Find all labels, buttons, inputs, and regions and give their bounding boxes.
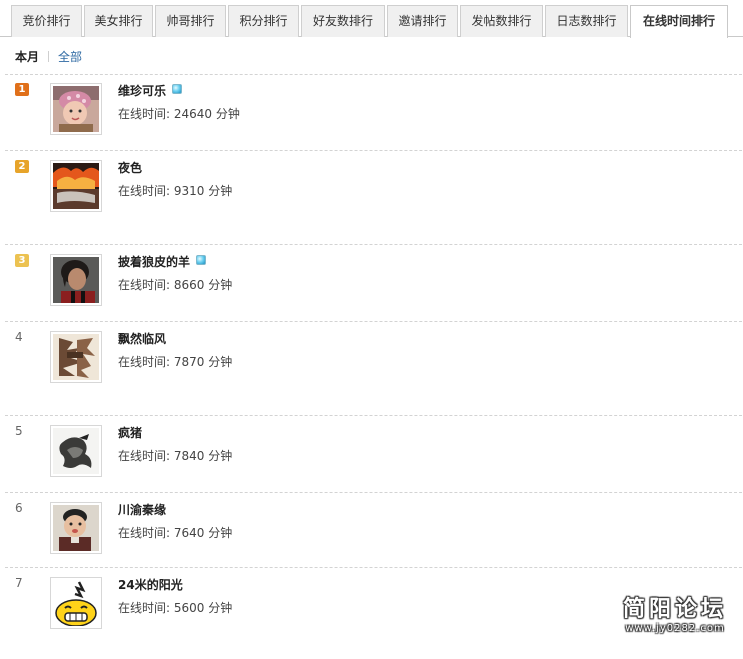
watermark-url: www.jy0282.com <box>625 623 725 634</box>
online-time: 在线时间: 8660 分钟 <box>118 278 233 292</box>
avatar[interactable] <box>50 577 102 629</box>
avatar[interactable] <box>50 83 102 135</box>
online-time-value: 5600 <box>173 601 205 615</box>
watermark-title: 简阳论坛 <box>622 597 727 622</box>
smiley-cartoon-icon <box>53 580 99 626</box>
forum-watermark: 简阳论坛 www.jy0282.com <box>623 597 727 635</box>
tab-online-time-ranking[interactable]: 在线时间排行 <box>630 5 728 38</box>
online-time-value: 24640 <box>173 107 213 121</box>
tab-bid-ranking[interactable]: 竞价排行 <box>11 5 82 37</box>
ranking-row: 1 维珍可乐 在线时间: 24640 分钟 <box>5 75 742 151</box>
online-time: 在线时间: 7640 分钟 <box>118 526 233 540</box>
rank-badge: 2 <box>15 160 29 173</box>
rank-badge: 1 <box>15 83 29 96</box>
ranking-row: 2 夜色 在线时间: 9310 分钟 <box>5 152 742 245</box>
filter-all[interactable]: 全部 <box>58 50 82 64</box>
online-time-value: 9310 <box>173 184 205 198</box>
filter-divider <box>48 51 50 62</box>
rank-number: 6 <box>15 501 23 515</box>
child-photo-icon <box>53 505 99 551</box>
online-status-icon <box>172 84 183 94</box>
calligraphy-photo-icon <box>53 334 99 380</box>
online-time-value: 7640 <box>173 526 205 540</box>
fire-photo-icon <box>53 163 99 209</box>
online-time: 在线时间: 9310 分钟 <box>118 184 233 198</box>
online-time-value: 8660 <box>173 278 205 292</box>
tab-friends-ranking[interactable]: 好友数排行 <box>301 5 385 37</box>
avatar[interactable] <box>50 425 102 477</box>
username[interactable]: 维珍可乐 <box>118 83 183 99</box>
online-time: 在线时间: 7840 分钟 <box>118 449 233 463</box>
rank-badge: 3 <box>15 254 29 267</box>
tab-invite-ranking[interactable]: 邀请排行 <box>387 5 458 37</box>
avatar[interactable] <box>50 160 102 212</box>
ranking-row: 5 疯猪 在线时间: 7840 分钟 <box>5 417 742 493</box>
period-filter: 本月 全部 <box>15 49 82 65</box>
avatar[interactable] <box>50 331 102 383</box>
filter-this-month[interactable]: 本月 <box>15 50 39 64</box>
ranking-tabs: 竞价排行 美女排行 帅哥排行 积分排行 好友数排行 邀请排行 发帖数排行 日志数… <box>0 0 743 38</box>
ranking-row: 4 飘然临风 在线时间: 7870 分钟 <box>5 323 742 416</box>
online-time: 在线时间: 7870 分钟 <box>118 355 233 369</box>
online-time: 在线时间: 5600 分钟 <box>118 601 233 615</box>
avatar[interactable] <box>50 254 102 306</box>
username[interactable]: 飘然临风 <box>118 331 166 347</box>
man-photo-icon <box>53 257 99 303</box>
rank-number: 7 <box>15 576 23 590</box>
ranking-row: 6 川渝秦缘 在线时间: 7640 分钟 <box>5 494 742 568</box>
tab-posts-ranking[interactable]: 发帖数排行 <box>460 5 543 37</box>
tab-handsome-ranking[interactable]: 帅哥排行 <box>155 5 226 37</box>
ink-figure-photo-icon <box>53 428 99 474</box>
username[interactable]: 24米的阳光 <box>118 577 183 593</box>
tab-blog-ranking[interactable]: 日志数排行 <box>545 5 628 37</box>
online-time: 在线时间: 24640 分钟 <box>118 107 240 121</box>
avatar[interactable] <box>50 502 102 554</box>
tab-points-ranking[interactable]: 积分排行 <box>228 5 299 37</box>
ranking-row: 3 披着狼皮的羊 在线时间: 8660 分钟 <box>5 246 742 322</box>
username[interactable]: 川渝秦缘 <box>118 502 166 518</box>
tab-beauty-ranking[interactable]: 美女排行 <box>84 5 153 37</box>
username[interactable]: 疯猪 <box>118 425 142 441</box>
rank-number: 5 <box>15 424 23 438</box>
username[interactable]: 夜色 <box>118 160 142 176</box>
baby-photo-icon <box>53 86 99 132</box>
username[interactable]: 披着狼皮的羊 <box>118 254 207 270</box>
online-time-value: 7840 <box>173 449 205 463</box>
online-status-icon <box>196 255 207 265</box>
online-time-value: 7870 <box>173 355 205 369</box>
rank-number: 4 <box>15 330 23 344</box>
